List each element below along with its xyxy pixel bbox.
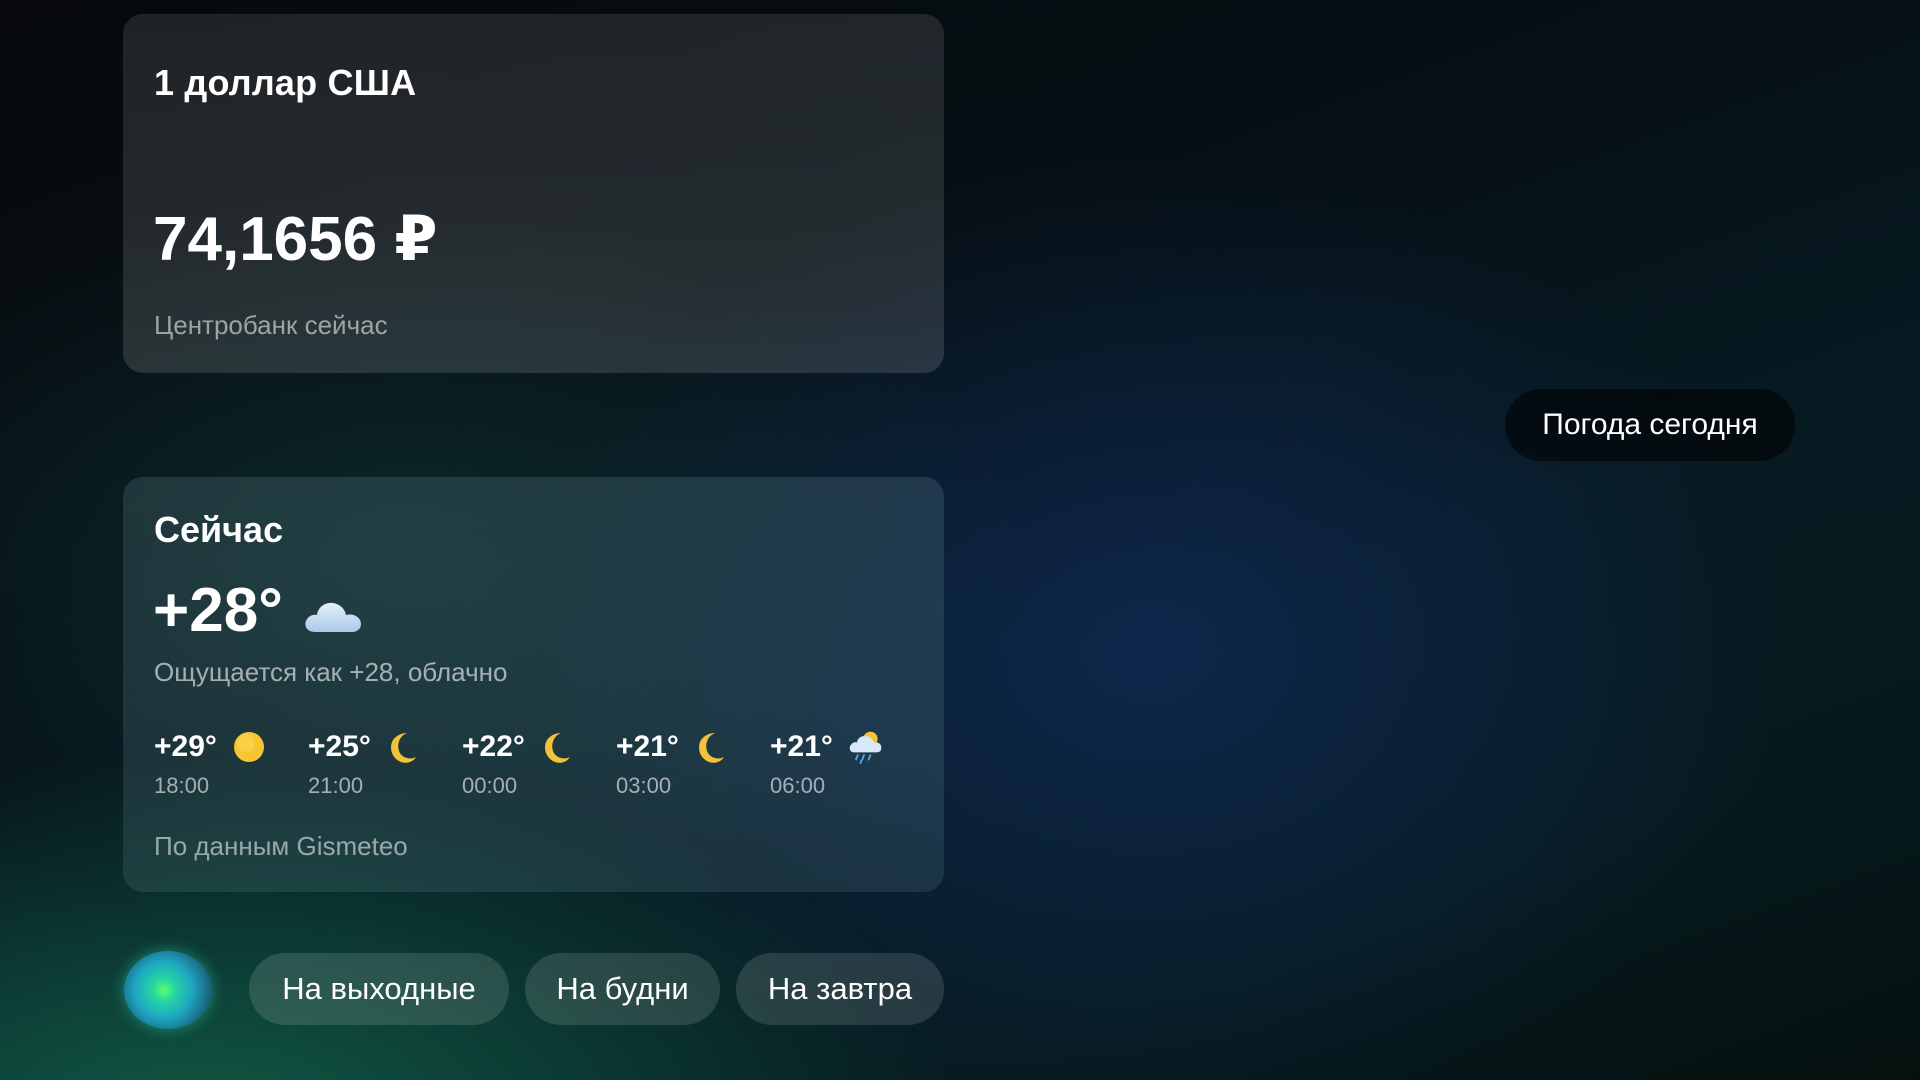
moon-icon <box>390 733 416 763</box>
forecast-temp: +21° <box>770 730 833 763</box>
hourly-forecast: +29° 18:00 +25° 21:00 +22° 00:00 +21° 03… <box>154 727 924 799</box>
forecast-item: +21° 03:00 <box>616 727 770 799</box>
moon-icon <box>698 733 724 763</box>
forecast-temp: +21° <box>616 730 679 763</box>
weather-title: Сейчас <box>154 509 284 550</box>
forecast-temp: +25° <box>308 730 371 763</box>
query-chip: Погода сегодня <box>1505 389 1795 461</box>
sun-icon <box>233 732 264 762</box>
cloud-icon <box>305 602 361 632</box>
weather-source: По данным Gismeteo <box>154 831 408 861</box>
forecast-time: 18:00 <box>154 773 210 798</box>
moon-icon <box>544 733 570 763</box>
forecast-item: +25° 21:00 <box>308 727 462 799</box>
suggestion-weekend-button[interactable]: На выходные <box>249 953 509 1025</box>
currency-value: 74,1656 ₽ <box>153 205 438 274</box>
sun-cloud-rain-icon <box>849 731 882 765</box>
forecast-time: 03:00 <box>616 773 672 798</box>
suggestion-tomorrow-button[interactable]: На завтра <box>736 953 944 1025</box>
currency-source: Центробанк сейчас <box>154 310 388 340</box>
forecast-item: +22° 00:00 <box>462 727 616 799</box>
forecast-time: 21:00 <box>308 773 364 798</box>
suggestion-weekdays-button[interactable]: На будни <box>525 953 720 1025</box>
forecast-temp: +22° <box>462 730 525 763</box>
currency-title: 1 доллар США <box>154 62 417 103</box>
currency-card: 1 доллар США 74,1656 ₽ Центробанк сейчас <box>123 14 944 373</box>
weather-description: Ощущается как +28, облачно <box>154 657 508 687</box>
current-temp-row: +28° <box>153 575 365 646</box>
forecast-time: 06:00 <box>770 773 826 798</box>
forecast-temp: +29° <box>154 730 217 763</box>
weather-card: Сейчас +28° Ощущается как +28, облачно +… <box>123 477 944 892</box>
forecast-time: 00:00 <box>462 773 518 798</box>
assistant-orb-icon[interactable] <box>124 951 212 1029</box>
forecast-item: +29° 18:00 <box>154 727 308 799</box>
forecast-item: +21° 06:00 <box>770 727 924 799</box>
current-temperature: +28° <box>153 576 283 645</box>
